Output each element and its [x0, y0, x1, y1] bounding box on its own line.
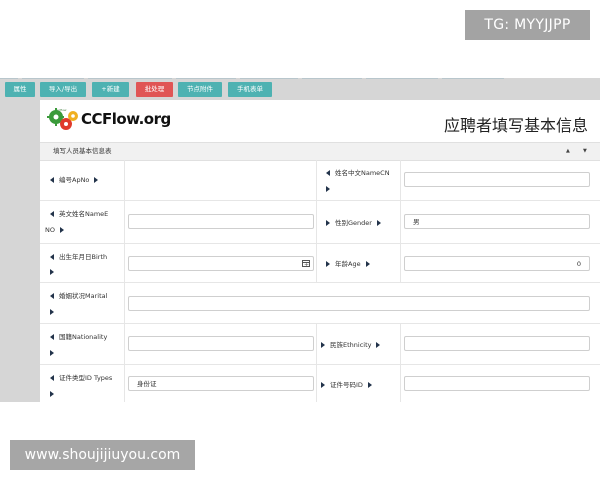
cell-divider — [124, 160, 125, 200]
form-title: 应聘者填写基本信息 — [443, 116, 588, 135]
cell-divider — [316, 160, 317, 200]
tab-strip-line — [240, 78, 298, 79]
id-no-label: 证件号码ID — [321, 377, 372, 393]
right-arrow-icon — [365, 261, 370, 267]
form-row: 英文姓名NameE NO 性别Gender 男 — [40, 201, 600, 244]
cell-divider — [316, 201, 317, 243]
name-cn-input[interactable] — [404, 172, 590, 187]
right-arrow-icon — [376, 342, 381, 348]
cell-divider — [400, 244, 401, 282]
right-arrow-icon — [367, 382, 372, 388]
apno-label: 编号ApNo — [50, 172, 99, 188]
logo-small-text: ccflow — [57, 108, 67, 112]
cell-divider — [316, 244, 317, 282]
right-arrow-icon — [376, 220, 381, 226]
right-arrow-icon — [50, 269, 54, 275]
left-arrow-icon — [50, 211, 54, 217]
ethnicity-label: 民族Ethnicity — [321, 337, 381, 353]
section-header: 填写人员基本信息表 ▲ ▼ — [40, 142, 600, 161]
gender-label: 性别Gender — [326, 215, 381, 231]
left-arrow-icon — [50, 177, 54, 183]
marital-label: 婚姻状况Marital — [50, 288, 107, 304]
ethnicity-input[interactable] — [404, 336, 590, 351]
cell-divider — [316, 324, 317, 364]
form-row: 国籍Nationality 民族Ethnicity — [40, 324, 600, 365]
form-row: 婚姻状况Marital — [40, 283, 600, 324]
marital-input[interactable] — [128, 296, 590, 311]
tab-strip-line — [366, 78, 438, 79]
cell-divider — [124, 365, 125, 402]
right-arrow-icon — [50, 309, 54, 315]
right-arrow-icon — [321, 382, 325, 388]
right-arrow-icon — [50, 350, 54, 356]
name-cn-label: 姓名中文NameCN — [326, 165, 390, 181]
site-watermark: www.shoujijiuyou.com — [10, 440, 195, 470]
marital-label-arrow — [50, 304, 54, 320]
tab-strip-line — [0, 78, 18, 79]
properties-button[interactable]: 属性 — [5, 82, 35, 97]
new-button[interactable]: +新建 — [92, 82, 129, 97]
batch-process-button[interactable]: 批处理 — [136, 82, 173, 97]
form-row: 出生年月日Birth 年龄Age 0 — [40, 244, 600, 283]
left-arrow-icon — [50, 375, 54, 381]
logo-text: CCFlow.org — [81, 110, 171, 128]
id-types-label-arrow — [50, 386, 54, 402]
id-types-input[interactable]: 身份证 — [128, 376, 314, 391]
right-arrow-icon — [59, 227, 64, 233]
form-row: 编号ApNo 姓名中文NameCN — [40, 160, 600, 201]
collapse-up-icon[interactable]: ▲ — [566, 143, 570, 160]
gender-input[interactable]: 男 — [404, 214, 590, 229]
telegram-watermark: TG: MYYJJPP — [465, 10, 590, 40]
right-arrow-icon — [326, 261, 330, 267]
cell-divider — [124, 201, 125, 243]
cell-divider — [400, 201, 401, 243]
id-no-input[interactable] — [404, 376, 590, 391]
right-arrow-icon — [94, 177, 99, 183]
import-export-button[interactable]: 导入/导出 — [40, 82, 86, 97]
right-arrow-icon — [326, 220, 330, 226]
right-arrow-icon — [321, 342, 325, 348]
birth-label-arrow — [50, 264, 54, 280]
right-arrow-icon — [50, 391, 54, 397]
node-attachment-button[interactable]: 节点附件 — [178, 82, 222, 97]
cell-divider — [400, 160, 401, 200]
age-label: 年龄Age — [326, 256, 370, 272]
left-arrow-icon — [50, 334, 54, 340]
birth-date-input[interactable] — [128, 256, 314, 273]
tab-strip-line — [22, 78, 84, 79]
application-form: ccflow CCFlow.org 应聘者填写基本信息 填写人员基本信息表 ▲ … — [40, 100, 600, 402]
nationality-label: 国籍Nationality — [50, 329, 107, 345]
form-row: 证件类型ID Types 身份证 证件号码ID — [40, 365, 600, 402]
section-title: 填写人员基本信息表 — [53, 147, 112, 155]
tab-strip-line — [88, 78, 172, 79]
cell-divider — [124, 283, 125, 323]
left-arrow-icon — [50, 293, 54, 299]
cell-divider — [400, 365, 401, 402]
name-cn-label-arrow — [326, 181, 330, 197]
age-input[interactable]: 0 — [404, 256, 590, 271]
left-arrow-icon — [50, 254, 54, 260]
cell-divider — [316, 365, 317, 402]
ccflow-logo: ccflow CCFlow.org — [46, 107, 171, 133]
right-arrow-icon — [326, 186, 330, 192]
left-arrow-icon — [326, 170, 330, 176]
expand-down-icon[interactable]: ▼ — [583, 143, 587, 160]
cell-divider — [400, 324, 401, 364]
cell-divider — [124, 244, 125, 282]
tab-strip-line — [302, 78, 362, 79]
app-screen: 属性 导入/导出 +新建 批处理 节点附件 手机表单 ccflow CCFlow… — [0, 78, 600, 402]
nationality-label-arrow — [50, 345, 54, 361]
calendar-icon[interactable] — [302, 258, 310, 273]
mobile-form-button[interactable]: 手机表单 — [228, 82, 272, 97]
birth-label: 出生年月日Birth — [50, 249, 107, 265]
name-en-input[interactable] — [128, 214, 314, 229]
nationality-input[interactable] — [128, 336, 314, 351]
tab-strip-line — [442, 78, 504, 79]
tab-strip-line — [176, 78, 236, 79]
id-types-label: 证件类型ID Types — [50, 370, 112, 386]
name-en-label: 英文姓名NameE — [50, 206, 108, 222]
name-en-label-cont: NO — [45, 222, 64, 238]
cell-divider — [124, 324, 125, 364]
